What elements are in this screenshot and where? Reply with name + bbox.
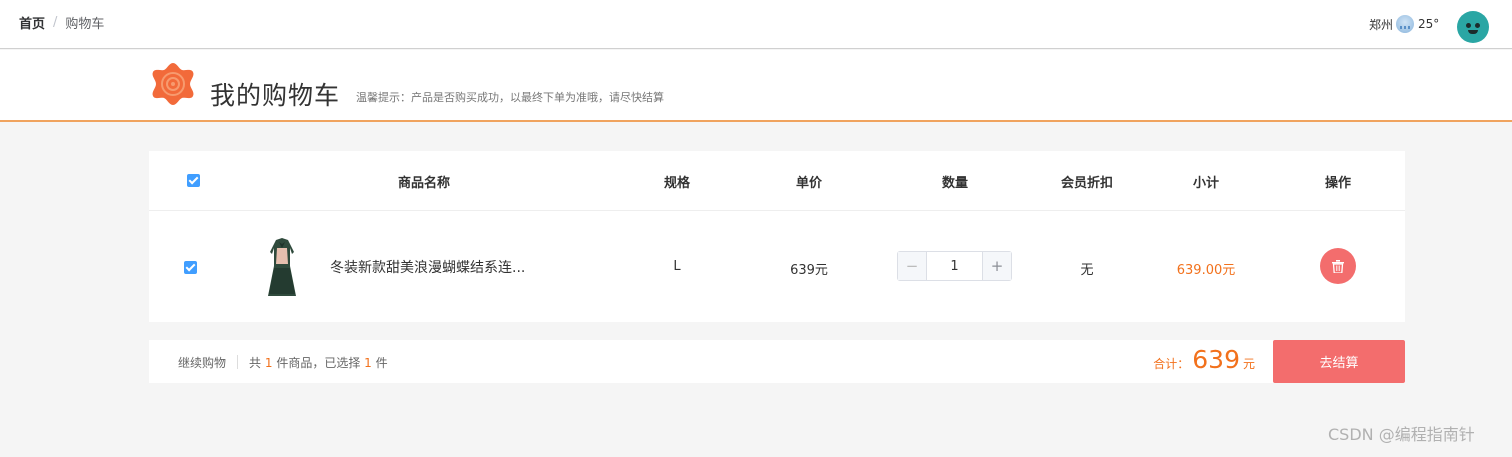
increase-quantity-button[interactable]: + [982,252,1011,280]
quantity-value[interactable]: 1 [927,252,982,280]
column-header-subtotal: 小计 [1192,176,1220,191]
decrease-quantity-button[interactable]: − [898,252,927,280]
weather-widget: 郑州 25° [1369,15,1439,33]
item-checkbox[interactable] [184,261,197,274]
user-avatar[interactable] [1457,11,1489,43]
count-suffix: 件 [375,356,388,370]
total-amount: 639 [1192,345,1240,374]
trash-icon [1332,259,1344,273]
column-header-actions: 操作 [1324,176,1352,191]
delete-item-button[interactable] [1320,248,1356,284]
count-selected: 1 [364,356,372,370]
count-prefix: 共 [249,356,262,370]
order-total: 合计： 639 元 [1153,345,1255,374]
flower-logo-icon [152,63,194,105]
footer-divider [237,355,238,369]
continue-shopping-link[interactable]: 继续购物 [178,354,226,371]
page-title: 我的购物车 [210,81,341,110]
cart-header: 我的购物车 温馨提示：产品是否购买成功，以最终下单为准哦，请尽快结算 [0,50,1512,122]
purchase-tip: 温馨提示：产品是否购买成功，以最终下单为准哦，请尽快结算 [356,91,664,104]
product-spec: L [673,259,681,274]
select-all-checkbox[interactable] [187,174,200,187]
breadcrumb: 首页 / 购物车 [19,13,104,32]
column-header-name: 商品名称 [397,176,451,191]
checkout-button[interactable]: 去结算 [1273,340,1405,383]
top-bar: 首页 / 购物车 郑州 25° [0,0,1512,49]
weather-city: 郑州 [1369,17,1394,32]
avatar-eye-left [1466,23,1471,28]
watermark: CSDN @编程指南针 [1328,425,1475,444]
column-header-spec: 规格 [663,176,691,191]
table-row: 冬装新款甜美浪漫蝴蝶结系连... L 639元 − 1 + 无 639.00元 [149,212,1405,322]
column-header-discount: 会员折扣 [1060,176,1114,191]
product-image[interactable] [262,236,302,298]
item-subtotal: 639.00元 [1176,263,1236,278]
cloud-rain-icon [1396,15,1415,33]
cart-footer: 继续购物 共 1 件商品，已选择 1 件 合计： 639 元 去结算 [149,340,1405,383]
cart-table: 商品名称 规格 单价 数量 会员折扣 小计 操作 冬装新款甜美浪漫蝴蝶结系连..… [149,151,1405,322]
breadcrumb-home-link[interactable]: 首页 [19,13,45,32]
column-header-price: 单价 [795,176,823,191]
count-mid: 件商品，已选择 [276,356,361,370]
weather-temperature: 25° [1418,17,1440,31]
column-header-quantity: 数量 [941,176,969,191]
product-name[interactable]: 冬装新款甜美浪漫蝴蝶结系连... [330,257,525,277]
product-price: 639元 [790,263,828,278]
breadcrumb-current: 购物车 [65,17,105,32]
total-label: 合计： [1153,357,1190,371]
quantity-stepper: − 1 + [897,251,1012,281]
count-total: 1 [264,356,273,370]
item-count-summary: 共 1 件商品，已选择 1 件 [249,354,388,371]
avatar-mouth [1468,30,1478,34]
breadcrumb-separator: / [53,15,58,30]
table-header: 商品名称 规格 单价 数量 会员折扣 小计 操作 [149,151,1405,211]
avatar-eye-right [1475,23,1480,28]
member-discount: 无 [1080,263,1094,278]
total-unit: 元 [1242,357,1255,371]
